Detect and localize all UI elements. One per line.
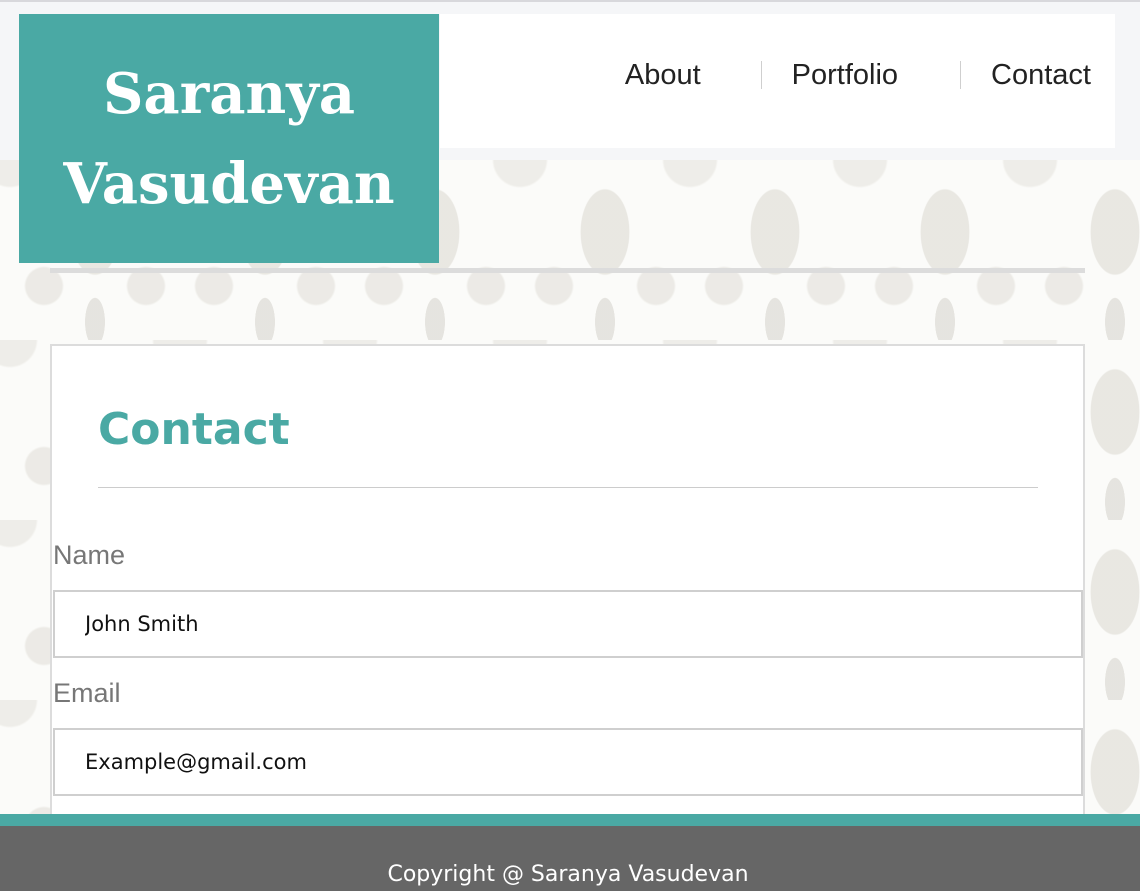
- nav-list: About Portfolio Contact: [625, 58, 1091, 92]
- logo-text: Saranya Vasudevan: [63, 60, 395, 217]
- email-label: Email: [53, 678, 121, 708]
- header-nav-bar: About Portfolio Contact: [440, 14, 1115, 148]
- name-label: Name: [53, 540, 126, 570]
- nav-divider: [960, 61, 962, 89]
- title-divider: [98, 487, 1038, 488]
- contact-card: Contact Name Email: [50, 344, 1085, 824]
- window-top-border: [0, 0, 1140, 2]
- header-divider: [50, 268, 1085, 273]
- nav-link-contact[interactable]: Contact: [991, 59, 1091, 92]
- email-input[interactable]: [53, 728, 1083, 796]
- nav-link-about[interactable]: About: [625, 59, 701, 92]
- footer-accent-stripe: [0, 814, 1140, 826]
- nav-link-portfolio[interactable]: Portfolio: [792, 59, 898, 92]
- page: About Portfolio Contact Saranya Vasudeva…: [0, 0, 1140, 891]
- page-title: Contact: [98, 404, 290, 455]
- site-logo[interactable]: Saranya Vasudevan: [19, 14, 439, 263]
- footer: Copyright @ Saranya Vasudevan: [0, 826, 1140, 891]
- nav-divider: [760, 61, 762, 89]
- footer-copyright: Copyright @ Saranya Vasudevan: [387, 862, 749, 887]
- name-input[interactable]: [53, 590, 1083, 658]
